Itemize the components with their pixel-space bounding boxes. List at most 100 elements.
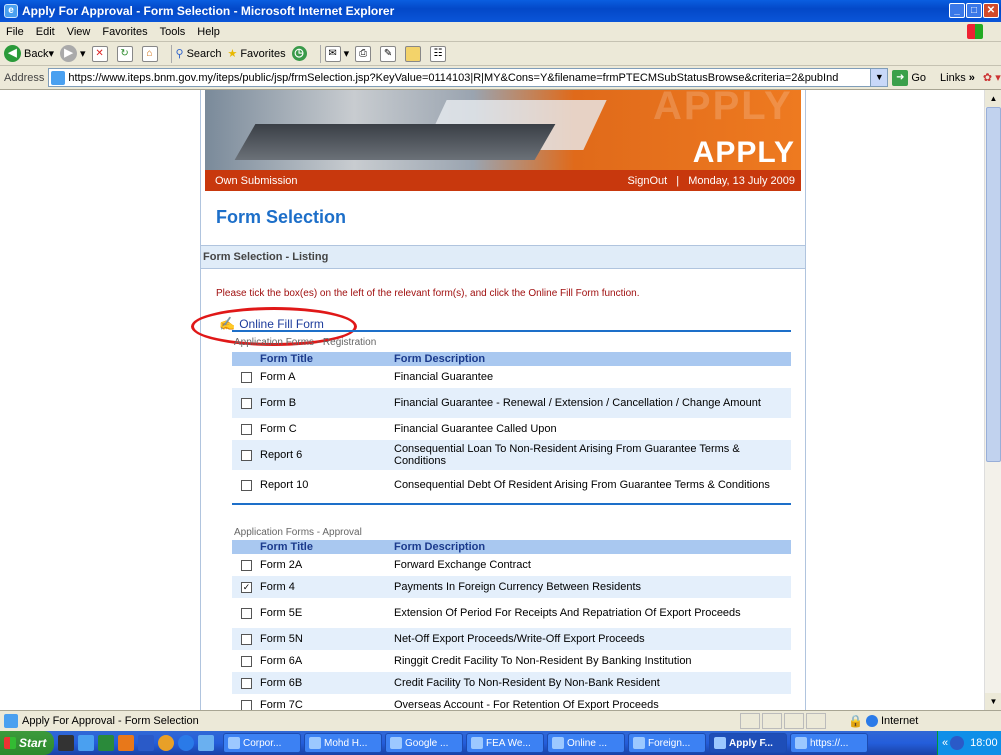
form-checkbox[interactable] — [241, 677, 252, 689]
task-app-icon — [390, 737, 402, 749]
own-submission-label: Own Submission — [215, 174, 298, 187]
folder-icon — [405, 45, 422, 62]
history-button[interactable]: ◷ — [291, 46, 310, 61]
signout-link[interactable]: SignOut — [627, 175, 667, 187]
form-title: Form A — [260, 371, 296, 383]
form-description: Consequential Loan To Non-Resident Arisi… — [394, 440, 791, 470]
edit-button[interactable]: ✎ — [380, 45, 399, 62]
research-button[interactable]: ☷ — [430, 45, 449, 62]
page-title: Form Selection — [216, 207, 347, 227]
search-icon: ⚲ — [175, 48, 184, 60]
start-button[interactable]: Start — [0, 731, 54, 755]
taskbar-task[interactable]: Mohd H... — [304, 733, 382, 753]
form-checkbox[interactable] — [241, 423, 252, 435]
taskbar-task[interactable]: FEA We... — [466, 733, 544, 753]
mail-button[interactable]: ✉ ▾ — [324, 45, 349, 62]
links-label: Links — [940, 71, 966, 84]
star-icon: ★ — [227, 48, 238, 60]
back-button[interactable]: ◀ Back ▾ — [4, 45, 54, 62]
form-title-header: Form Title — [260, 352, 394, 366]
zone-label: Internet — [880, 714, 919, 727]
form-row: Report 6 Consequential Loan To Non-Reside… — [232, 440, 791, 470]
close-button[interactable]: ✕ — [983, 3, 999, 18]
print-button[interactable]: ⎙ — [355, 45, 374, 62]
task-label: https://... — [810, 737, 849, 749]
scroll-down-icon[interactable]: ▼ — [985, 693, 1001, 710]
search-button[interactable]: ⚲ Search — [175, 47, 222, 61]
network-icon[interactable] — [950, 736, 965, 750]
toolbar: ◀ Back ▾ ▶ ▾ ✕ ↻ ⌂ ⚲ Search ★ Favorites ◷ ✉ ▾… — [0, 42, 1001, 66]
links-button[interactable]: Links » — [940, 72, 975, 84]
form-checkbox-cell — [232, 598, 260, 628]
window-titlebar: e Apply For Approval - Form Selection - … — [0, 0, 1001, 22]
header-separator: | — [676, 174, 680, 187]
address-dropdown-icon[interactable]: ▼ — [870, 69, 888, 86]
browser-content: APPLY APPLY Own Submission SignOut | Mon… — [0, 90, 1001, 710]
taskbar-task[interactable]: Apply F... — [709, 733, 787, 753]
form-checkbox[interactable] — [241, 655, 252, 667]
stop-button[interactable]: ✕ — [91, 45, 111, 62]
folder-button[interactable] — [405, 45, 424, 62]
home-button[interactable]: ⌂ — [141, 45, 161, 62]
lock-icon: 🔒 — [848, 713, 863, 728]
minimize-button[interactable]: _ — [949, 3, 965, 18]
taskbar-task[interactable]: Online ... — [547, 733, 625, 753]
form-checkbox[interactable]: ✓ — [241, 581, 252, 593]
forward-button[interactable]: ▶ ▾ — [60, 45, 86, 62]
vertical-scrollbar[interactable]: ▲ ▼ — [984, 90, 1001, 710]
divider-line — [232, 503, 791, 505]
form-checkbox[interactable] — [241, 633, 252, 645]
task-label: Foreign... — [648, 737, 691, 749]
address-input[interactable]: https://www.iteps.bnm.gov.my/iteps/publi… — [48, 68, 889, 87]
header-bar: Own Submission SignOut | Monday, 13 July… — [205, 170, 801, 191]
listing-header: Form Selection - Listing — [201, 245, 805, 269]
menu-edit[interactable]: Edit — [36, 26, 55, 38]
menu-file[interactable]: File — [6, 26, 24, 38]
form-row: Form 6B Credit Facility To Non-Resident B… — [232, 672, 791, 694]
form-row: Form 5E Extension Of Period For Receipts … — [232, 598, 791, 628]
go-button[interactable]: ➜ Go — [892, 69, 926, 86]
outlook-icon[interactable] — [118, 735, 134, 751]
task-label: Mohd H... — [324, 737, 368, 749]
instruction-text: Please tick the box(es) on the left of t… — [216, 288, 640, 299]
menu-help[interactable]: Help — [197, 26, 220, 38]
favorites-button[interactable]: ★ Favorites — [227, 47, 285, 61]
refresh-icon: ↻ — [116, 45, 133, 62]
word-icon[interactable] — [138, 735, 154, 751]
form-checkbox[interactable] — [241, 479, 252, 491]
form-checkbox[interactable] — [241, 699, 252, 710]
form-checkbox[interactable] — [241, 371, 252, 383]
form-checkbox-cell — [232, 650, 260, 672]
menu-favorites[interactable]: Favorites — [102, 26, 147, 38]
refresh-button[interactable]: ↻ — [116, 45, 136, 62]
menu-view[interactable]: View — [67, 26, 91, 38]
taskbar-task[interactable]: Google ... — [385, 733, 463, 753]
mail-icon: ✉ — [324, 45, 341, 62]
tray-expand-icon[interactable]: « — [942, 737, 948, 749]
task-app-icon — [228, 737, 240, 749]
form-description: Financial Guarantee — [394, 371, 494, 383]
form-checkbox[interactable] — [241, 607, 252, 619]
task-label: Apply F... — [729, 737, 773, 749]
form-description: Net-Off Export Proceeds/Write-Off Export… — [394, 628, 791, 650]
ie-shortcut-icon[interactable] — [178, 735, 194, 751]
ie-icon[interactable] — [78, 735, 94, 751]
search-icon[interactable] — [198, 735, 214, 751]
messenger-icon[interactable] — [158, 735, 174, 751]
form-checkbox[interactable] — [241, 559, 252, 571]
task-app-icon — [633, 737, 645, 749]
form-checkbox[interactable] — [241, 397, 252, 409]
maximize-button[interactable]: □ — [966, 3, 982, 18]
taskbar-task[interactable]: Foreign... — [628, 733, 706, 753]
keyboard-image — [234, 124, 556, 160]
menu-tools[interactable]: Tools — [160, 26, 186, 38]
form-checkbox[interactable] — [241, 449, 252, 461]
scroll-up-icon[interactable]: ▲ — [985, 90, 1001, 107]
form-row: ✓ Form 4 Payments In Foreign Currency Betw… — [232, 576, 791, 598]
desktop-icon[interactable] — [58, 735, 74, 751]
taskbar-task[interactable]: https://... — [790, 733, 868, 753]
scroll-thumb[interactable] — [986, 107, 1001, 462]
taskbar-task[interactable]: Corpor... — [223, 733, 301, 753]
excel-icon[interactable] — [98, 735, 114, 751]
translate-icon[interactable]: ✿ ▾ — [983, 71, 1001, 84]
